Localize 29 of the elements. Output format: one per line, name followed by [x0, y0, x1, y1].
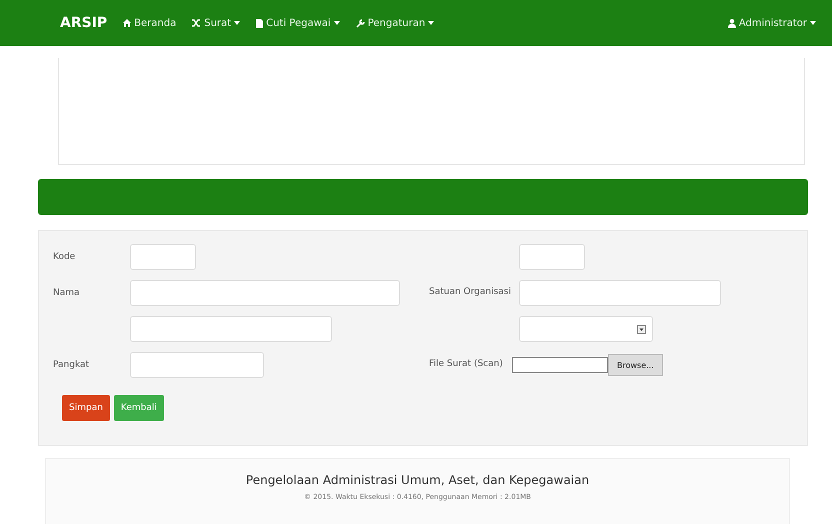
back-button[interactable]: Kembali: [114, 395, 164, 421]
file-input-field[interactable]: [512, 357, 608, 373]
input-field[interactable]: [130, 316, 332, 342]
wrench-icon: [356, 18, 365, 28]
browse-button[interactable]: Browse...: [608, 354, 663, 376]
footer-title: Pengelolaan Administrasi Umum, Aset, dan Kepegawaian: [246, 473, 590, 487]
field-label: Nama: [53, 288, 81, 298]
input-field[interactable]: [519, 280, 721, 306]
save-button[interactable]: Simpan: [62, 395, 110, 421]
brand-logo[interactable]: ARSIP: [60, 15, 108, 31]
nav-menu-item[interactable]: Beranda: [123, 18, 176, 28]
user-menu[interactable]: Administrator: [728, 18, 816, 28]
input-field[interactable]: [519, 244, 585, 270]
field-label: File Surat (Scan): [429, 358, 504, 372]
field-label: Satuan Organisasi: [429, 286, 512, 300]
field-label: Kode: [53, 252, 76, 262]
input-field[interactable]: [130, 280, 400, 306]
document-icon: [256, 18, 264, 28]
nav-menu-item[interactable]: Pengaturan: [356, 18, 434, 28]
dropdown-icon: [637, 324, 646, 334]
home-icon: [123, 19, 132, 27]
field-label: Pangkat: [53, 360, 90, 370]
input-field[interactable]: [130, 352, 264, 378]
select-field[interactable]: [519, 316, 653, 342]
input-field[interactable]: [130, 244, 196, 270]
nav-menu-item[interactable]: Cuti Pegawai: [256, 18, 340, 28]
shuffle-icon: [192, 19, 202, 27]
user-icon: [728, 18, 736, 28]
nav-menu-item[interactable]: Surat: [192, 18, 240, 28]
